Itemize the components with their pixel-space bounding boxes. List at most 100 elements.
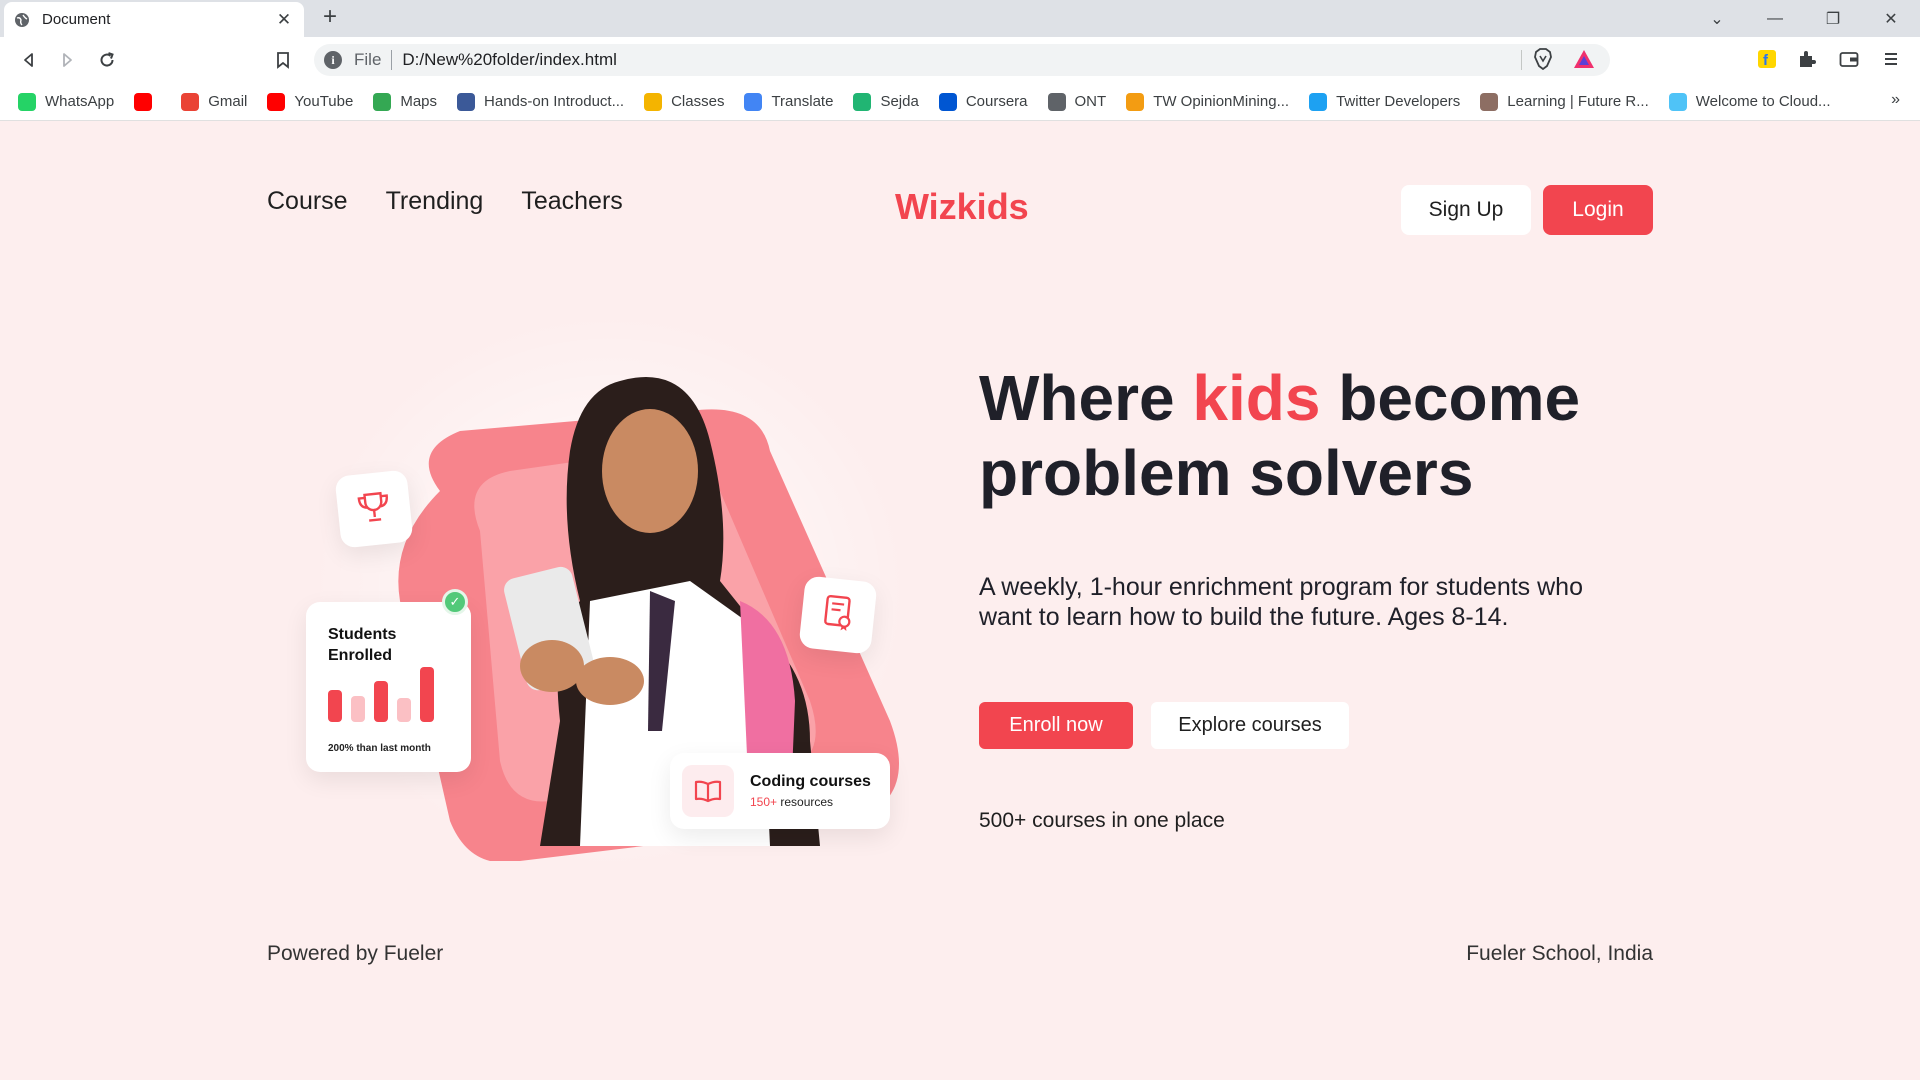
tab-title: Document — [42, 11, 111, 28]
book-icon — [682, 765, 734, 817]
students-bar — [374, 681, 388, 722]
coding-courses-title: Coding courses — [750, 773, 871, 790]
students-bar-chart — [328, 664, 434, 722]
bookmark-label: Translate — [771, 93, 834, 110]
bookmark-item[interactable]: Learning | Future R... — [1480, 92, 1649, 111]
resources-label: resources — [777, 795, 834, 809]
bookmarks-bar: WhatsApp Gmail YouTube Maps Hands-on Introdu… — [0, 83, 1920, 121]
bookmark-item[interactable]: ONT — [1047, 92, 1107, 111]
youtube-icon — [267, 92, 286, 111]
back-icon[interactable] — [14, 45, 44, 75]
minimize-icon[interactable]: — — [1746, 0, 1804, 37]
whatsapp-icon — [18, 92, 36, 111]
bookmark-label: Sejda — [880, 93, 919, 110]
footer-location: Fueler School, India — [1466, 942, 1653, 965]
globe-icon — [1047, 92, 1066, 111]
translate-icon — [744, 92, 763, 111]
menu-icon[interactable] — [1878, 46, 1904, 72]
flipkart-extension-icon[interactable]: f — [1754, 46, 1780, 72]
webpage: Course Trending Teachers Wizkids Sign Up… — [0, 121, 1920, 1080]
students-bar — [397, 698, 411, 722]
s-icon — [457, 92, 476, 111]
login-button[interactable]: Login — [1543, 185, 1653, 235]
bookmark-item[interactable]: Welcome to Cloud... — [1668, 92, 1831, 111]
nav-link-course[interactable]: Course — [267, 187, 348, 216]
extensions-icon[interactable] — [1794, 46, 1820, 72]
wallet-icon[interactable] — [1836, 46, 1862, 72]
trophy-card — [334, 469, 414, 549]
hero-subtitle: A weekly, 1-hour enrichment program for … — [979, 573, 1583, 631]
close-tab-icon[interactable]: ✕ — [274, 10, 294, 30]
bookmark-label: ONT — [1074, 93, 1107, 110]
bookmark-item[interactable]: Maps — [373, 92, 438, 111]
address-bar[interactable]: i File D:/New%20folder/index.html — [314, 44, 1610, 76]
maps-icon — [373, 92, 392, 111]
coding-courses-count: 150+ resources — [750, 795, 871, 809]
globe-icon — [14, 12, 30, 28]
bookmark-item[interactable]: Coursera — [938, 92, 1028, 111]
coursera-icon — [938, 92, 957, 111]
cloud-icon — [1668, 92, 1687, 111]
sejda-icon — [853, 92, 872, 111]
restore-icon[interactable]: ❐ — [1804, 0, 1862, 37]
students-enrolled-card: Students Enrolled 200% than last month — [306, 602, 471, 772]
hero-heading: Where kids become problem solvers — [979, 361, 1679, 511]
trophy-icon — [353, 486, 395, 533]
bookmark-item[interactable]: YouTube — [267, 92, 353, 111]
brand-logo[interactable]: Wizkids — [895, 186, 1029, 228]
bookmark-label: Learning | Future R... — [1507, 93, 1649, 110]
new-tab-button[interactable]: + — [318, 5, 342, 30]
more-bookmarks-icon[interactable]: » — [1891, 91, 1900, 109]
bookmark-item[interactable]: Hands-on Introduct... — [457, 92, 624, 111]
site-info-icon[interactable]: i — [324, 51, 342, 69]
brave-shield-icon[interactable] — [1530, 46, 1556, 72]
gmail-icon — [181, 92, 200, 111]
hero-illustration: Students Enrolled 200% than last month ✓… — [290, 301, 910, 861]
forward-icon[interactable] — [52, 45, 82, 75]
resources-number: 150+ — [750, 795, 778, 809]
omnibox-divider — [1521, 50, 1522, 70]
hero-heading-accent: kids — [1192, 362, 1321, 434]
bookmark-item[interactable]: Twitter Developers — [1309, 92, 1461, 111]
bookmark-item[interactable]: TW OpinionMining... — [1126, 92, 1290, 111]
bookmark-item[interactable]: Classes — [644, 92, 725, 111]
check-icon: ✓ — [442, 589, 468, 615]
bookmark-item[interactable]: Gmail — [181, 92, 248, 111]
co-icon — [1126, 92, 1145, 111]
students-bar — [351, 696, 365, 722]
bookmark-label: Gmail — [208, 93, 248, 110]
students-bar — [328, 690, 342, 722]
url-separator — [391, 50, 393, 70]
hero-heading-pre: Where — [979, 362, 1193, 434]
certificate-icon — [818, 592, 858, 639]
bookmark-item[interactable]: WhatsApp — [18, 92, 114, 111]
close-window-icon[interactable]: ✕ — [1862, 0, 1920, 37]
certificate-card — [798, 575, 878, 655]
bookmark-label: Coursera — [965, 93, 1028, 110]
bookmark-item[interactable] — [134, 92, 161, 111]
bookmark-label: Maps — [400, 93, 438, 110]
courses-count-note: 500+ courses in one place — [979, 809, 1225, 832]
window-controls: ⌄ — ❐ ✕ — [1688, 0, 1920, 37]
tab-search-icon[interactable]: ⌄ — [1688, 0, 1746, 37]
bookmark-label: Twitter Developers — [1336, 93, 1461, 110]
nav-link-teachers[interactable]: Teachers — [521, 187, 622, 216]
brave-rewards-icon[interactable] — [1571, 46, 1597, 72]
explore-courses-button[interactable]: Explore courses — [1151, 702, 1349, 749]
signup-button[interactable]: Sign Up — [1401, 185, 1531, 235]
footer-powered-by: Powered by Fueler — [267, 942, 444, 965]
bookmark-label: TW OpinionMining... — [1153, 93, 1290, 110]
bookmark-icon[interactable] — [268, 45, 298, 75]
twitter-icon — [1309, 92, 1328, 111]
bookmark-label: Classes — [671, 93, 725, 110]
bookmark-item[interactable]: Translate — [744, 92, 834, 111]
url-text[interactable]: D:/New%20folder/index.html — [402, 50, 616, 70]
nav-link-trending[interactable]: Trending — [386, 187, 484, 216]
bookmark-item[interactable]: Sejda — [853, 92, 919, 111]
students-card-title: Students Enrolled — [328, 626, 397, 664]
learning-icon — [1480, 92, 1499, 111]
browser-tab[interactable]: Document ✕ — [4, 2, 304, 37]
youtube-icon — [134, 92, 153, 111]
enroll-now-button[interactable]: Enroll now — [979, 702, 1133, 749]
reload-icon[interactable] — [92, 45, 122, 75]
